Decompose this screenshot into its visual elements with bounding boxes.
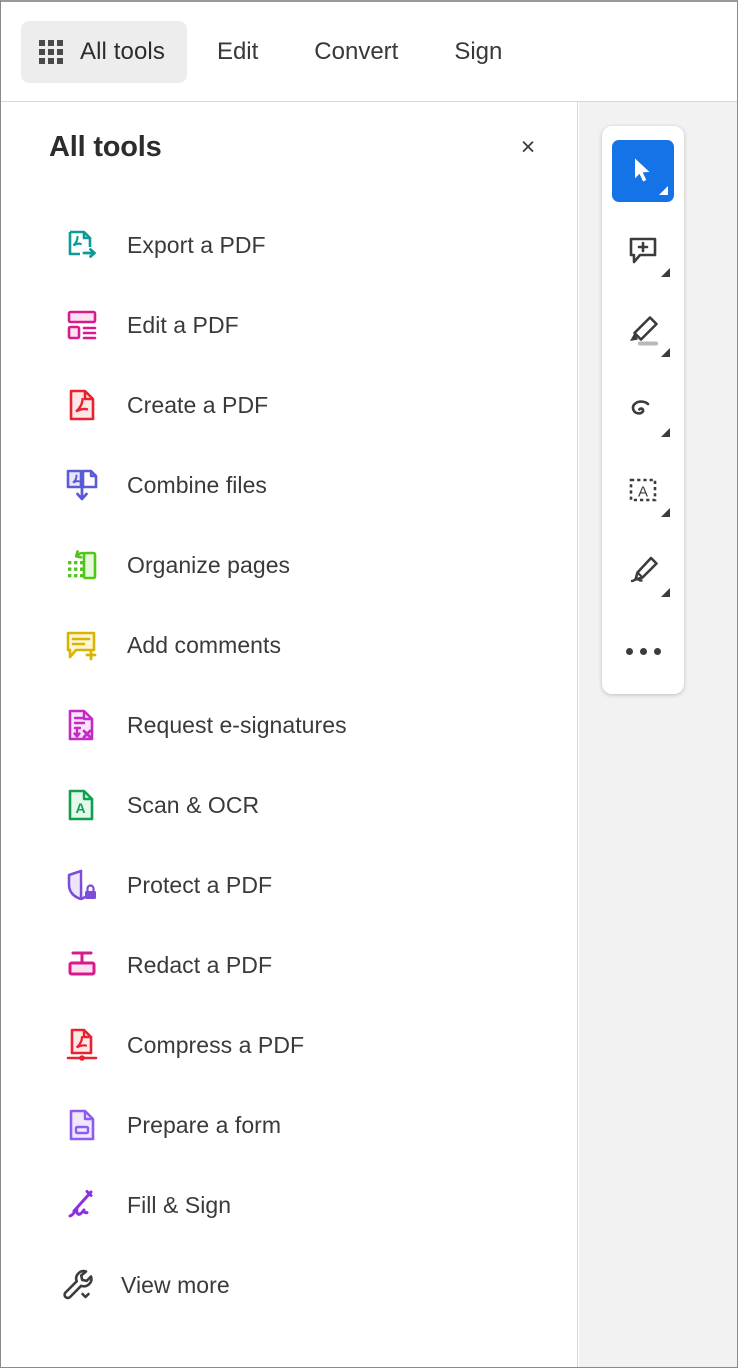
sign-tool[interactable] <box>612 540 674 602</box>
tool-item-redact-a-pdf[interactable]: Redact a PDF <box>1 925 577 1005</box>
document-viewer-area: A <box>579 102 737 1367</box>
tool-item-view-more[interactable]: View more <box>1 1245 577 1325</box>
all-tools-button[interactable]: All tools <box>21 21 187 83</box>
tool-item-export-a-pdf[interactable]: Export a PDF <box>1 205 577 285</box>
select-tool[interactable] <box>612 140 674 202</box>
chevron-expand-icon <box>661 588 670 597</box>
highlighter-icon <box>626 314 660 348</box>
protect-pdf-icon <box>63 866 101 904</box>
fill-sign-icon <box>63 1186 101 1224</box>
more-tools[interactable] <box>612 620 674 682</box>
tool-item-scan-and-ocr[interactable]: A Scan & OCR <box>1 765 577 845</box>
draw-tool[interactable] <box>612 380 674 442</box>
panel-header: All tools × <box>1 102 577 192</box>
tool-item-label: View more <box>121 1272 230 1299</box>
tool-item-organize-pages[interactable]: Organize pages <box>1 525 577 605</box>
add-text-tool[interactable]: A <box>612 460 674 522</box>
comment-plus-icon <box>626 234 660 268</box>
tool-item-label: Prepare a form <box>127 1112 281 1139</box>
chevron-expand-icon <box>659 186 668 195</box>
chevron-expand-icon <box>661 508 670 517</box>
text-box-a-icon: A <box>626 474 660 508</box>
tool-item-label: Edit a PDF <box>127 312 239 339</box>
lasso-draw-icon <box>626 394 660 428</box>
quick-tools-toolbar: A <box>602 126 684 694</box>
tool-item-fill-and-sign[interactable]: Fill & Sign <box>1 1165 577 1245</box>
tool-item-label: Request e-signatures <box>127 712 347 739</box>
all-tools-panel: All tools × Export a PDF <box>1 102 578 1367</box>
tab-sign[interactable]: Sign <box>428 21 528 83</box>
tool-item-label: Create a PDF <box>127 392 268 419</box>
tool-item-label: Add comments <box>127 632 281 659</box>
ellipsis-icon <box>626 648 661 655</box>
scan-ocr-icon: A <box>63 786 101 824</box>
redact-pdf-icon <box>63 946 101 984</box>
tab-edit[interactable]: Edit <box>191 21 284 83</box>
panel-title: All tools <box>49 131 162 164</box>
tool-item-combine-files[interactable]: Combine files <box>1 445 577 525</box>
tool-item-label: Scan & OCR <box>127 792 259 819</box>
tool-item-protect-a-pdf[interactable]: Protect a PDF <box>1 845 577 925</box>
tool-item-request-e-signatures[interactable]: Request e-signatures <box>1 685 577 765</box>
cursor-arrow-icon <box>626 154 660 188</box>
add-comment-tool[interactable] <box>612 220 674 282</box>
request-esign-icon <box>63 706 101 744</box>
view-more-wrench-icon <box>59 1266 97 1304</box>
chevron-expand-icon <box>661 428 670 437</box>
fountain-pen-icon <box>626 554 660 588</box>
tool-item-prepare-a-form[interactable]: Prepare a form <box>1 1085 577 1165</box>
prepare-form-icon <box>63 1106 101 1144</box>
tool-item-edit-a-pdf[interactable]: Edit a PDF <box>1 285 577 365</box>
top-toolbar: All tools Edit Convert Sign <box>1 2 737 102</box>
tool-item-label: Protect a PDF <box>127 872 272 899</box>
edit-pdf-icon <box>63 306 101 344</box>
tool-item-create-a-pdf[interactable]: Create a PDF <box>1 365 577 445</box>
tool-item-label: Redact a PDF <box>127 952 272 979</box>
compress-pdf-icon <box>63 1026 101 1064</box>
acrobat-window: All tools Edit Convert Sign All tools × <box>0 0 738 1368</box>
chevron-expand-icon <box>661 348 670 357</box>
highlight-tool[interactable] <box>612 300 674 362</box>
svg-text:A: A <box>638 484 648 501</box>
close-icon[interactable]: × <box>511 130 545 164</box>
organize-pages-icon <box>63 546 101 584</box>
grid-3x3-icon <box>39 40 63 64</box>
tool-item-add-comments[interactable]: Add comments <box>1 605 577 685</box>
tool-item-label: Combine files <box>127 472 267 499</box>
tool-item-label: Compress a PDF <box>127 1032 304 1059</box>
tool-item-label: Organize pages <box>127 552 290 579</box>
create-pdf-icon <box>63 386 101 424</box>
combine-files-icon <box>63 466 101 504</box>
tool-item-label: Export a PDF <box>127 232 266 259</box>
tab-convert[interactable]: Convert <box>288 21 424 83</box>
all-tools-button-label: All tools <box>80 38 165 66</box>
svg-text:A: A <box>75 800 85 816</box>
export-pdf-icon <box>63 226 101 264</box>
tool-item-compress-a-pdf[interactable]: Compress a PDF <box>1 1005 577 1085</box>
tool-item-label: Fill & Sign <box>127 1192 231 1219</box>
tool-list: Export a PDF Edit a PDF <box>1 192 577 1325</box>
chevron-expand-icon <box>661 268 670 277</box>
add-comments-icon <box>63 626 101 664</box>
